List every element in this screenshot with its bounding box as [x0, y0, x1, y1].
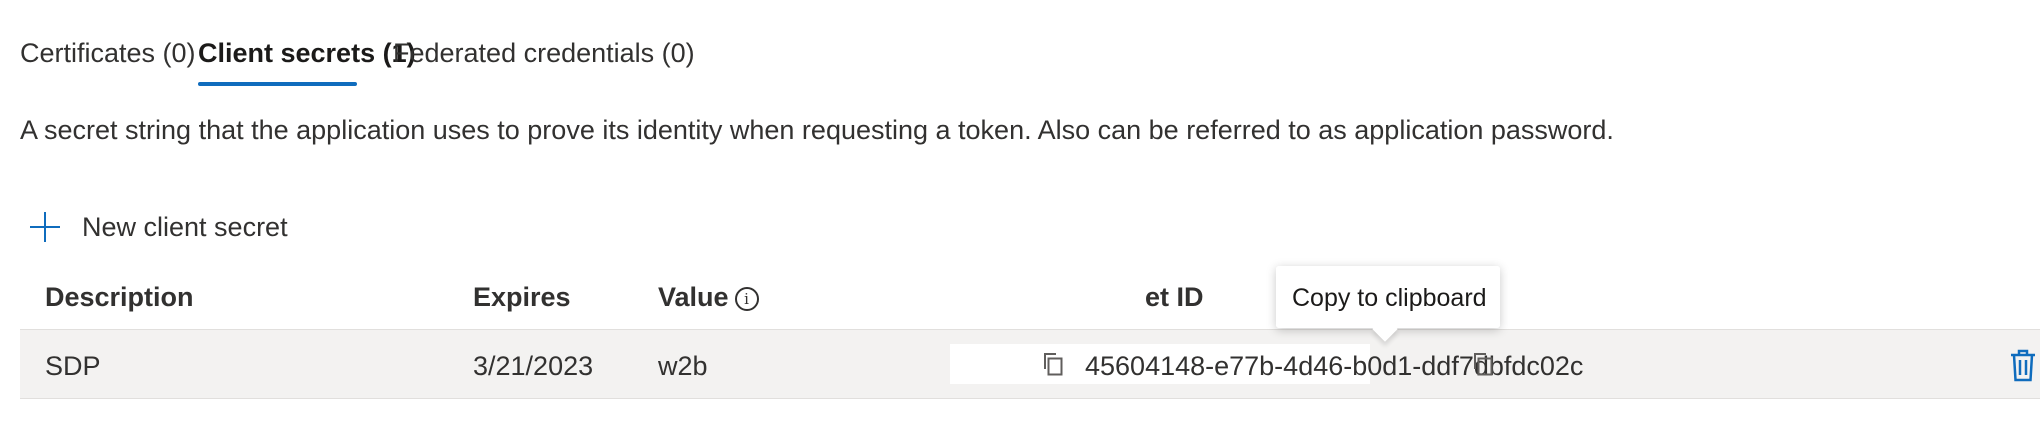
plus-icon — [30, 212, 60, 242]
new-client-secret-label: New client secret — [82, 211, 288, 242]
section-description: A secret string that the application use… — [20, 115, 1614, 145]
tooltip-text: Copy to clipboard — [1292, 284, 1487, 312]
table-row: SDP 3/21/2023 w2b 45604148-e77b-4d46-b0d… — [20, 329, 2040, 399]
info-icon[interactable]: i — [734, 287, 759, 311]
table-header: Description Expires Value i et ID — [20, 272, 2030, 322]
tab-list: Certificates (0) Client secrets (1) Fede… — [20, 20, 920, 86]
tab-client-secrets[interactable]: Client secrets (1) — [198, 38, 416, 69]
column-header-value-label: Value — [658, 282, 729, 312]
column-header-description: Description — [45, 282, 194, 312]
secret-expires: 3/21/2023 — [473, 351, 594, 381]
column-header-value: Value i — [658, 282, 759, 313]
tab-federated-credentials[interactable]: Federated credentials (0) — [393, 38, 695, 69]
copy-tooltip: Copy to clipboard — [1276, 266, 1500, 342]
copy-value-icon[interactable] — [1042, 352, 1064, 376]
column-header-expires: Expires — [473, 282, 571, 312]
secret-id: 45604148-e77b-4d46-b0d1-ddf7dbfdc02c — [1085, 351, 1584, 381]
tab-certificates[interactable]: Certificates (0) — [20, 38, 196, 69]
active-tab-indicator — [198, 82, 357, 86]
new-client-secret-button[interactable]: New client secret — [30, 205, 288, 249]
trash-icon[interactable] — [2007, 348, 2039, 382]
column-header-secret-id: et ID — [1145, 282, 1204, 312]
copy-secret-id-icon[interactable] — [1472, 352, 1494, 376]
secret-value: w2b — [658, 351, 708, 381]
secret-description: SDP — [45, 351, 101, 381]
